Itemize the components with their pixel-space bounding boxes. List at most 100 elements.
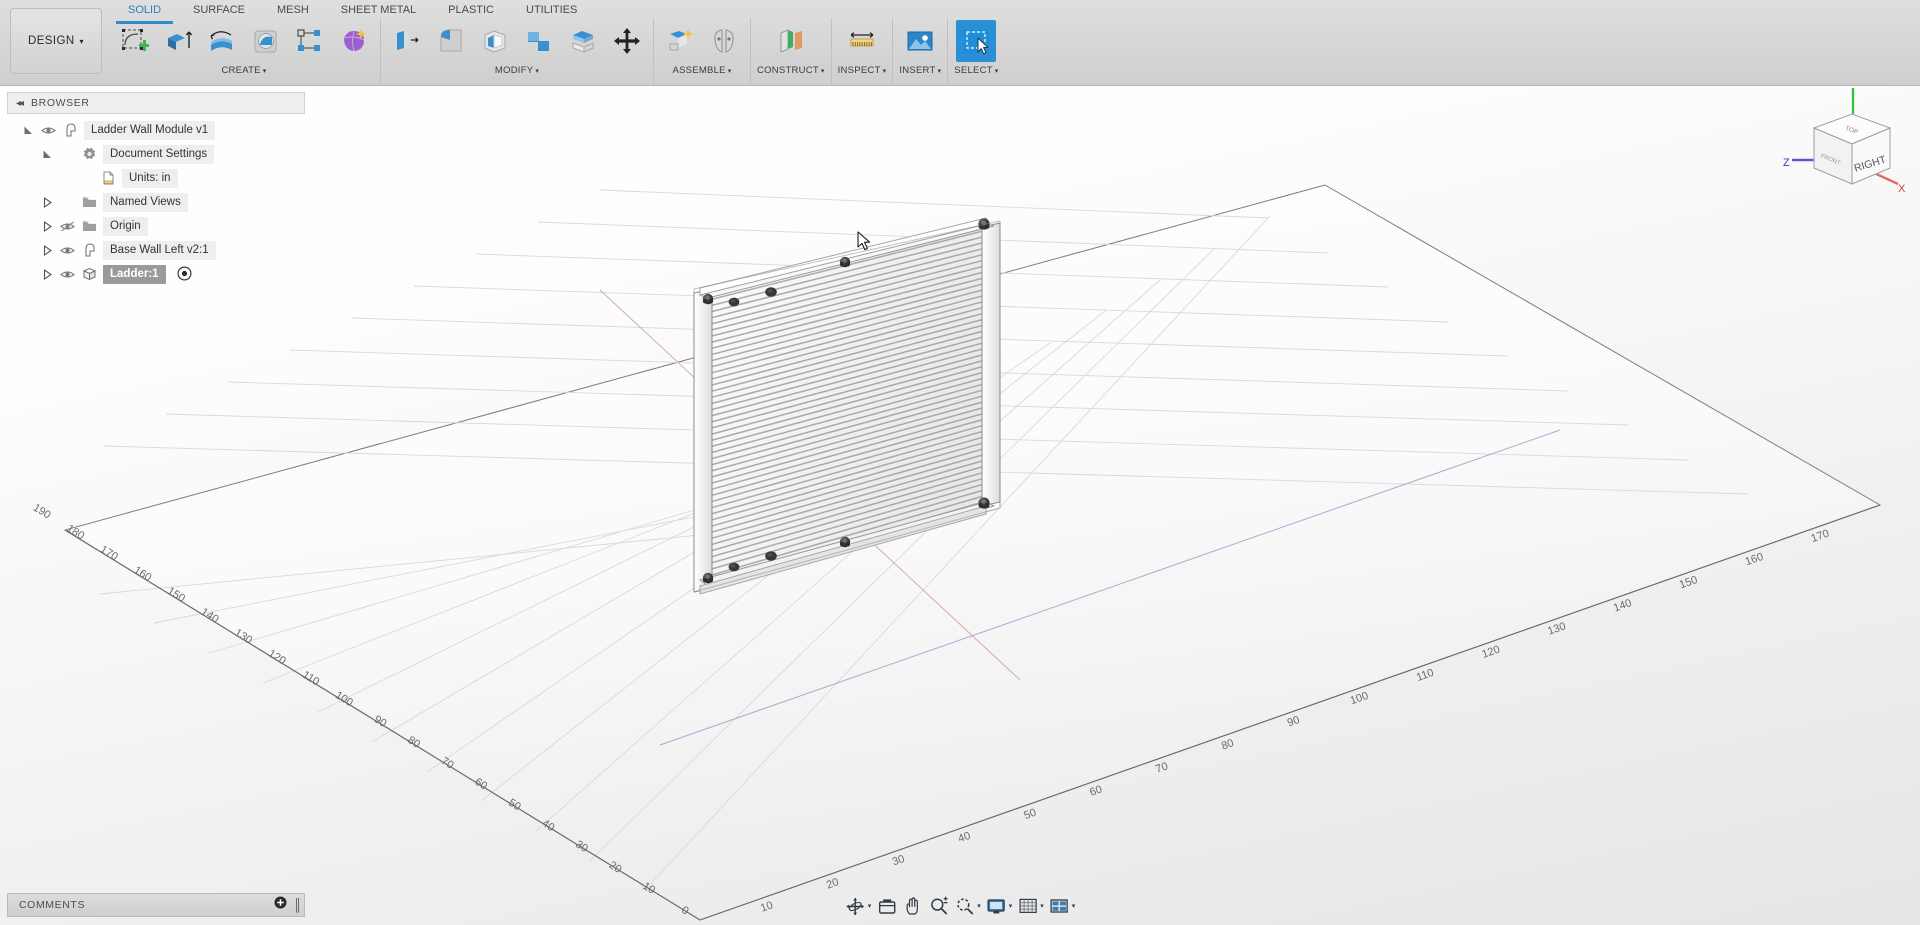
grid-snaps-icon[interactable]: ▾: [1015, 894, 1046, 918]
create-sketch-icon[interactable]: [114, 20, 154, 62]
tree-node-document-settings[interactable]: Document Settings: [7, 142, 305, 166]
group-label-text: CONSTRUCT: [757, 65, 819, 76]
tab-surface[interactable]: SURFACE: [177, 0, 261, 16]
tab-sheet-metal[interactable]: SHEET METAL: [325, 0, 432, 16]
ruler-tick-label: 120: [1480, 643, 1501, 660]
tree-node-ladder-1[interactable]: Ladder:1: [7, 262, 305, 286]
fillet-icon[interactable]: [431, 20, 471, 62]
eye-visible-icon[interactable]: [40, 124, 57, 137]
measure-icon[interactable]: [842, 20, 882, 62]
split-body-icon[interactable]: [563, 20, 603, 62]
workspace-switcher-button[interactable]: DESIGN ▾: [10, 8, 102, 74]
chevron-down-icon: ▾: [535, 68, 540, 75]
tab-label: UTILITIES: [526, 4, 578, 16]
new-component-icon[interactable]: [660, 20, 700, 62]
fusion-360-window: 190 180 170 160 150 140 130 120 110 100 90 80 70 60 50…: [0, 0, 1920, 925]
chevron-down-icon: ▾: [262, 68, 267, 75]
group-label-text: CREATE: [221, 65, 261, 76]
ruler-tick-label: 170: [1810, 528, 1831, 545]
group-label-modify[interactable]: MODIFY ▾: [495, 65, 539, 76]
tree-node-ladder-wall-module-v1[interactable]: Ladder Wall Module v1: [7, 118, 305, 142]
ribbon-group-assemble: ASSEMBLE ▾: [653, 18, 750, 84]
joint-icon[interactable]: [704, 20, 744, 62]
chevron-down-icon[interactable]: ▾: [868, 902, 872, 910]
orbit-icon[interactable]: ▾: [843, 894, 874, 918]
form-icon[interactable]: [334, 20, 374, 62]
display-settings-icon[interactable]: ▾: [984, 894, 1015, 918]
move-copy-icon[interactable]: [607, 20, 647, 62]
comments-bar[interactable]: COMMENTS ║: [7, 893, 305, 917]
expand-arrow-right-icon[interactable]: [41, 244, 54, 257]
group-label-assemble[interactable]: ASSEMBLE ▾: [673, 65, 732, 76]
browser-header[interactable]: ◂◂ BROWSER: [7, 92, 305, 114]
ribbon-group-inspect: INSPECT ▾: [830, 18, 893, 84]
pattern-icon[interactable]: [290, 20, 330, 62]
activate-component-icon[interactable]: [177, 266, 193, 282]
tree-node-label: Named Views: [103, 192, 188, 212]
eye-visible-icon[interactable]: [59, 244, 76, 257]
panel-resize-grip[interactable]: ║: [293, 898, 301, 912]
zoom-icon[interactable]: [926, 894, 951, 918]
group-label-select[interactable]: SELECT ▾: [954, 65, 998, 76]
extrude-icon[interactable]: [158, 20, 198, 62]
expand-arrow-right-icon[interactable]: [41, 220, 54, 233]
ruler-tick-label: 150: [1678, 574, 1699, 591]
tree-node-units-in[interactable]: Units: in: [7, 166, 305, 190]
ruler-tick-label: 40: [957, 830, 973, 845]
expand-arrow-down-icon[interactable]: [22, 124, 35, 137]
fit-icon[interactable]: ▾: [952, 894, 983, 918]
tab-label: SURFACE: [193, 4, 245, 16]
tab-plastic[interactable]: PLASTIC: [432, 0, 510, 16]
chevron-down-icon[interactable]: ▾: [1072, 902, 1076, 910]
comments-label: COMMENTS: [19, 899, 86, 911]
group-label-text: SELECT: [954, 65, 993, 76]
ruler-tick-label: 90: [1286, 714, 1302, 729]
eye-visible-icon[interactable]: [59, 268, 76, 281]
viewports-icon[interactable]: ▾: [1047, 894, 1078, 918]
insert-image-icon[interactable]: [900, 20, 940, 62]
chevron-down-icon[interactable]: ▾: [1040, 902, 1044, 910]
expand-arrow-right-icon[interactable]: [41, 268, 54, 281]
tree-node-base-wall-left-v2-1[interactable]: Base Wall Left v2:1: [7, 238, 305, 262]
group-icon-row: [956, 18, 997, 64]
revolve-icon[interactable]: [202, 20, 242, 62]
tree-node-label: Origin: [103, 216, 148, 236]
press-pull-icon[interactable]: [387, 20, 427, 62]
ribbon-group-construct: CONSTRUCT ▾: [750, 18, 831, 84]
collapse-left-icon[interactable]: ◂◂: [16, 98, 24, 109]
look-at-icon[interactable]: [874, 894, 899, 918]
tab-label: SHEET METAL: [340, 4, 417, 16]
navigation-bar: ▾ ▾ ▾ ▾ ▾: [843, 893, 1078, 919]
tree-node-named-views[interactable]: Named Views: [7, 190, 305, 214]
sweep-icon[interactable]: [246, 20, 286, 62]
pan-icon[interactable]: [900, 894, 925, 918]
group-label-insert[interactable]: INSERT ▾: [899, 65, 941, 76]
view-cube[interactable]: Z X RIGHT TOP FRONT: [1780, 84, 1910, 199]
group-label-construct[interactable]: CONSTRUCT ▾: [757, 65, 825, 76]
group-label-inspect[interactable]: INSPECT ▾: [838, 65, 887, 76]
chevron-down-icon[interactable]: ▾: [977, 902, 981, 910]
expand-arrow-down-icon[interactable]: [41, 148, 54, 161]
gear-icon: [81, 147, 98, 162]
add-comment-icon[interactable]: [274, 896, 287, 914]
select-window-icon[interactable]: [956, 20, 997, 62]
expand-arrow-right-icon[interactable]: [41, 196, 54, 209]
workspace-label: DESIGN: [28, 35, 75, 47]
shell-icon[interactable]: [475, 20, 515, 62]
tree-node-origin[interactable]: Origin: [7, 214, 305, 238]
eye-hidden-icon[interactable]: [59, 220, 76, 233]
tab-mesh[interactable]: MESH: [261, 0, 325, 16]
group-icon-row: [771, 18, 811, 64]
tree-node-label: Document Settings: [103, 144, 215, 164]
chevron-down-icon[interactable]: ▾: [1009, 902, 1013, 910]
chevron-down-icon: ▾: [79, 36, 84, 46]
folder-icon: [81, 219, 98, 234]
component-icon: [62, 123, 79, 138]
group-label-create[interactable]: CREATE ▾: [221, 65, 266, 76]
tab-utilities[interactable]: UTILITIES: [510, 0, 593, 16]
tab-label: MESH: [276, 4, 309, 16]
axis-label-z: Z: [1783, 157, 1790, 169]
offset-plane-icon[interactable]: [771, 20, 811, 62]
tab-solid[interactable]: SOLID: [112, 0, 177, 16]
combine-icon[interactable]: [519, 20, 559, 62]
